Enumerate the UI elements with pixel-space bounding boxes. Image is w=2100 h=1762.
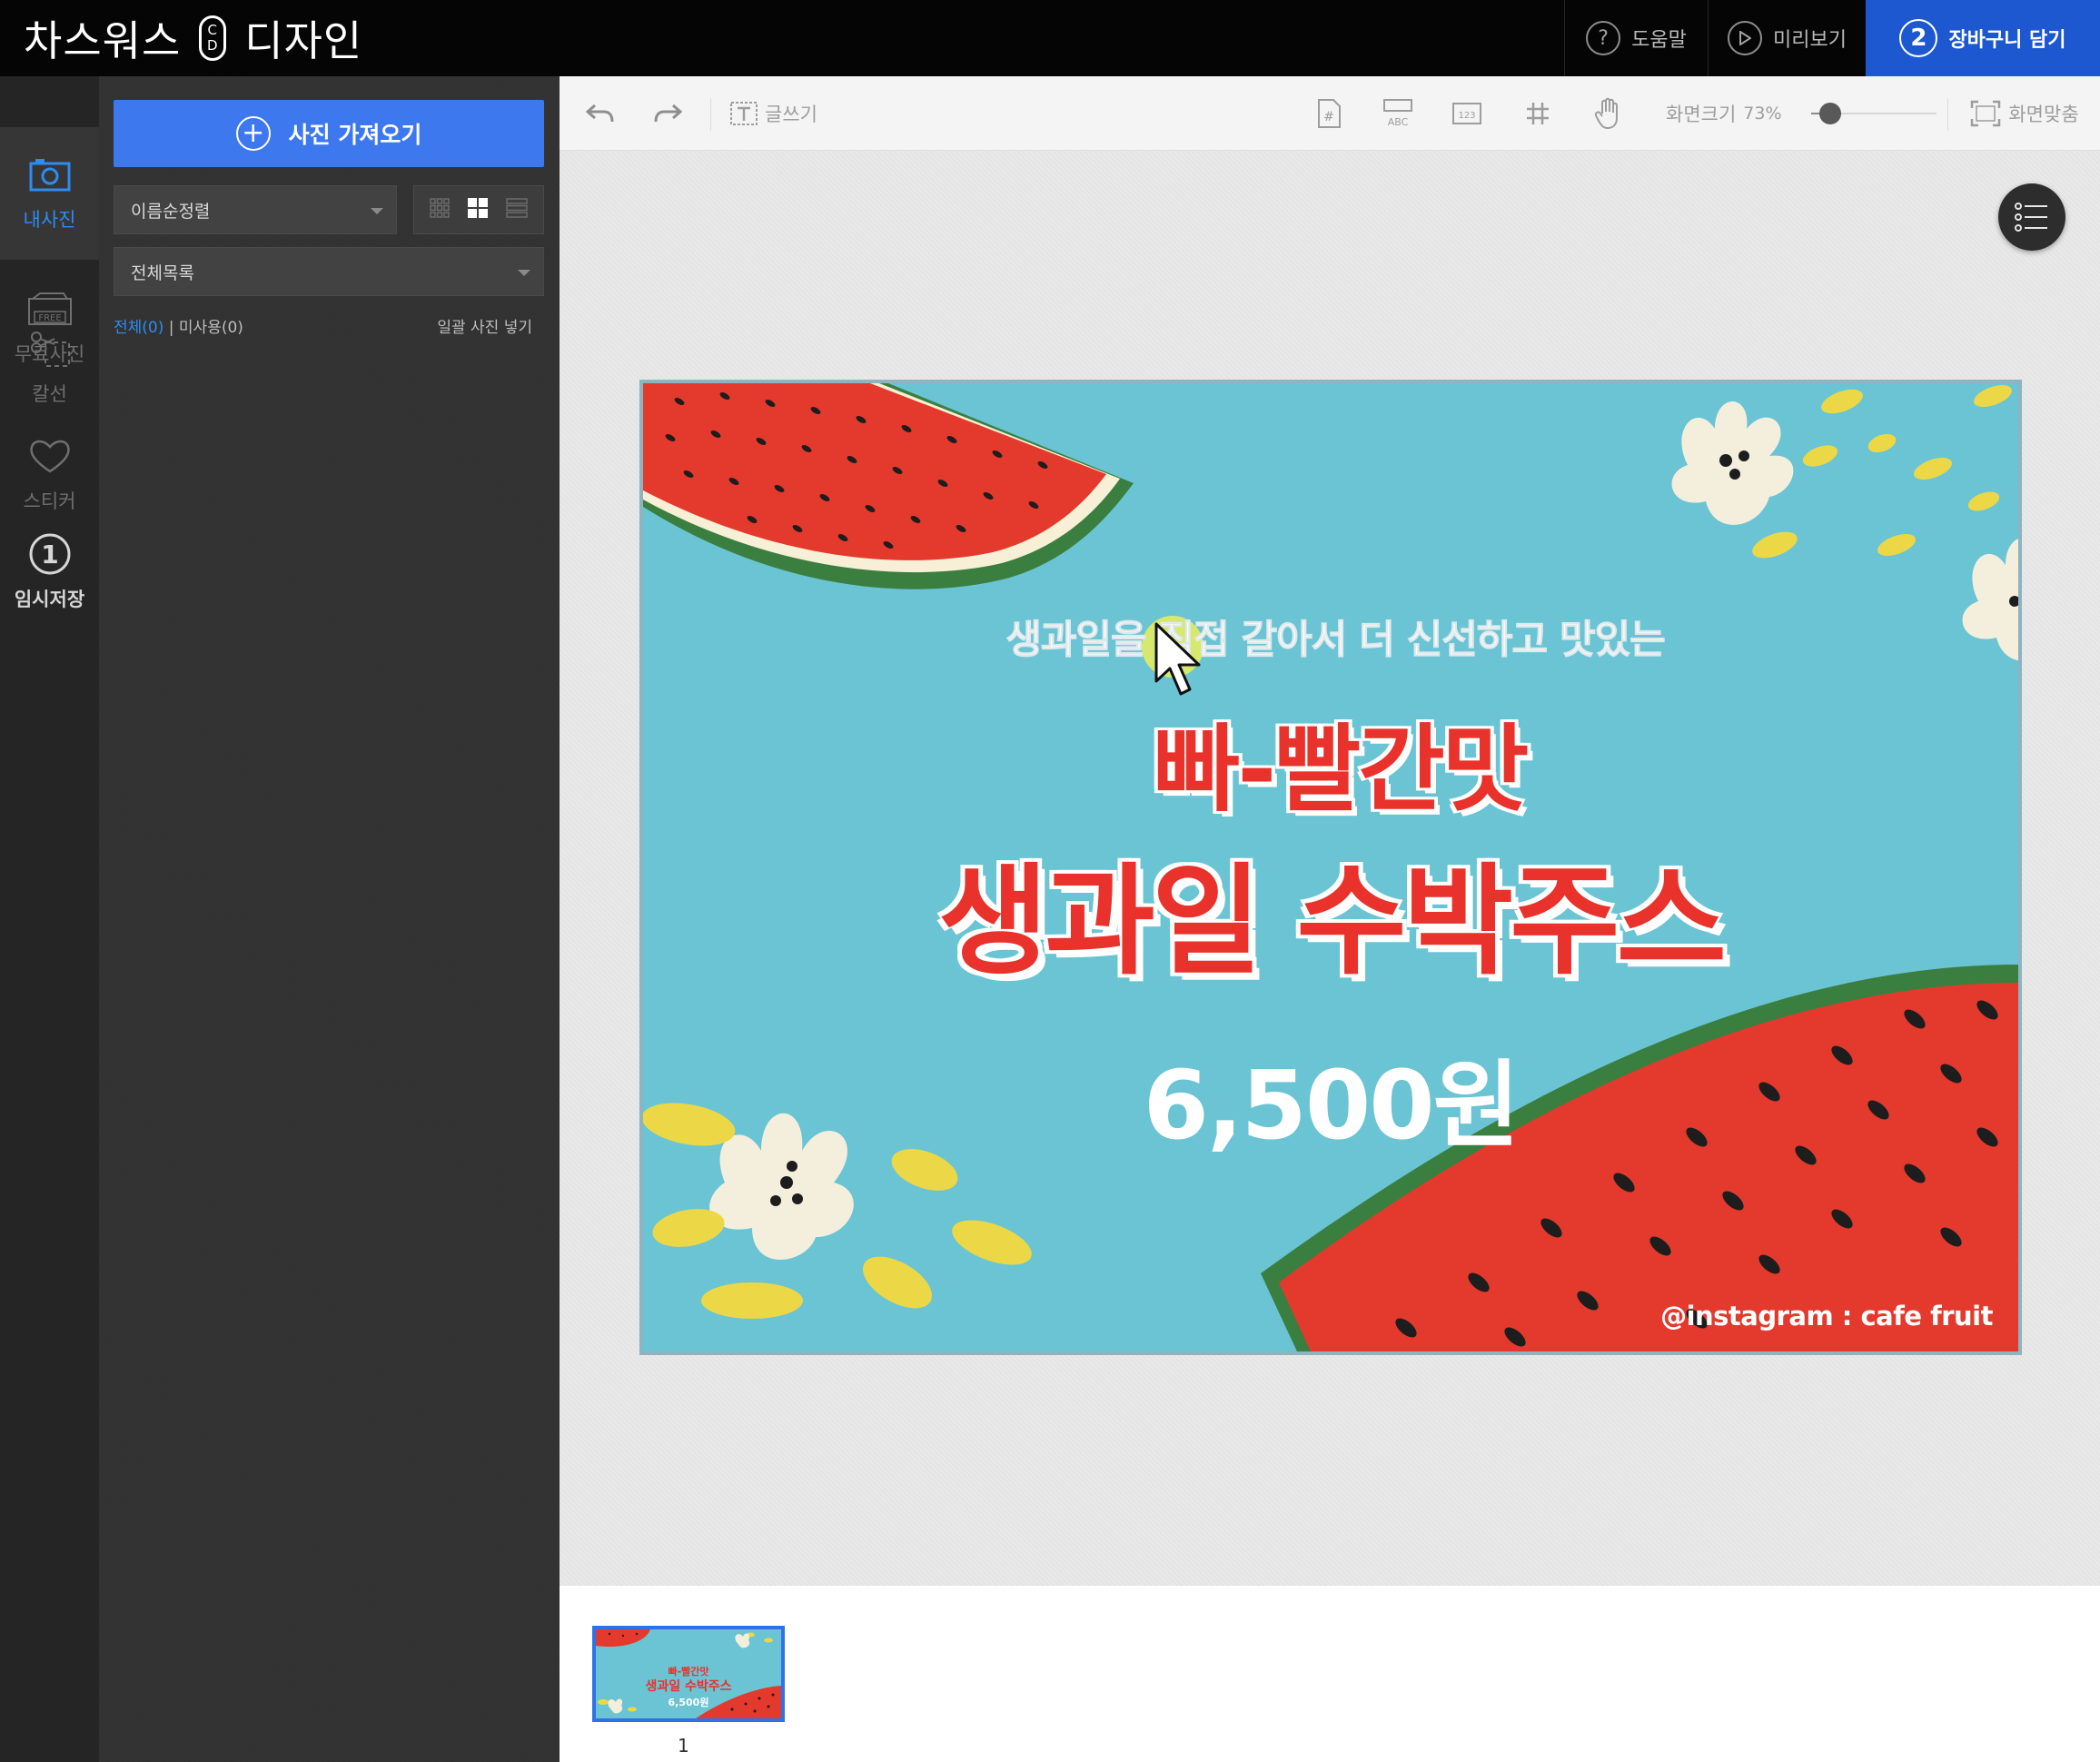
filter-unused[interactable]: 미사용(0): [179, 319, 243, 337]
zoom-value: 73%: [1743, 104, 1782, 124]
preview-label: 미리보기: [1773, 29, 1847, 52]
help-button[interactable]: ? 도움말: [1564, 0, 1708, 76]
nav-label: 스티커: [23, 490, 76, 512]
number-one-icon: 1: [23, 529, 77, 579]
logo-text-right: 디자인: [244, 16, 363, 65]
design-instagram[interactable]: @instagram : cafe fruit: [1660, 1301, 1993, 1331]
nav-label: 칼선: [32, 383, 67, 405]
sort-select[interactable]: 이름순정렬: [114, 185, 397, 234]
toolbar-divider: [1947, 98, 1948, 131]
chevron-down-icon: [371, 208, 383, 214]
nav-item-temp-save[interactable]: 1 임시저장: [0, 529, 99, 612]
page-number: 1: [678, 1735, 689, 1757]
heart-icon: [23, 431, 77, 481]
svg-text:#: #: [1323, 110, 1334, 124]
top-bar: 차스워스 C D 디자인 ? 도움말 미리보기 2 장바구니 담기: [0, 0, 2100, 76]
number-box-button[interactable]: 123: [1444, 76, 1490, 151]
design-page[interactable]: 생과일을 직접 갈아서 더 신선하고 맛있는 빠-빨간맛 생과일 수박주스 6,…: [639, 380, 2022, 1355]
design-title-line2[interactable]: 생과일 수박주스: [643, 825, 2018, 998]
thumbnail-price: 6,500원: [668, 1697, 709, 1708]
grid-icon: [1527, 103, 1549, 124]
nav-label: 임시저장: [14, 589, 85, 610]
123-icon: 123: [1452, 103, 1481, 124]
photo-count-filter: 전체(0) | 미사용(0): [114, 319, 243, 337]
undo-button[interactable]: [578, 76, 623, 151]
undo-icon: [586, 104, 614, 123]
scissors-icon: [23, 323, 77, 374]
plus-icon: +: [235, 116, 271, 151]
zoom-label: 화면크기 73%: [1666, 104, 1782, 125]
text-box-button[interactable]: ABC: [1375, 76, 1421, 151]
mouse-cursor-icon: [1154, 622, 1201, 696]
step-two-icon: 2: [1899, 19, 1938, 57]
zoom-slider-handle[interactable]: [1818, 103, 1841, 124]
play-icon: [1728, 21, 1763, 55]
app-logo[interactable]: 차스워스 C D 디자인: [24, 9, 362, 67]
zoom-slider[interactable]: [1811, 103, 1937, 124]
fit-screen-icon: [1971, 100, 2001, 127]
fit-screen-button[interactable]: 화면맞춤: [1956, 76, 2093, 151]
left-nav: 내사진 FREE 무료사진 칼선 스티커 1 임시저장: [0, 76, 99, 1762]
logo-mark: C D: [199, 15, 227, 61]
chevron-down-icon: [518, 270, 530, 276]
text-icon: [730, 102, 758, 125]
preview-button[interactable]: 미리보기: [1708, 0, 1866, 76]
nav-item-sticker[interactable]: 스티커: [0, 431, 99, 514]
layer-list-button[interactable]: [1998, 183, 2065, 251]
page-strip: 빠-빨간맛 생과일 수박주스 6,500원 1: [560, 1586, 2100, 1762]
nav-item-cut-line[interactable]: 칼선: [0, 323, 99, 407]
svg-text:123: 123: [1458, 111, 1475, 121]
add-to-cart-button[interactable]: 2 장바구니 담기: [1866, 0, 2100, 76]
abc-icon: ABC: [1383, 99, 1412, 128]
design-price[interactable]: 6,500원: [643, 1028, 2018, 1165]
import-label: 사진 가져오기: [288, 122, 422, 148]
page-number-button[interactable]: #: [1306, 76, 1352, 151]
page-number-icon: #: [1318, 99, 1341, 128]
toolbar-divider: [710, 98, 711, 131]
redo-icon: [654, 104, 682, 123]
pan-button[interactable]: [1586, 76, 1631, 151]
page-thumbnail[interactable]: 빠-빨간맛 생과일 수박주스 6,500원: [592, 1626, 785, 1722]
thumbnail-title2: 생과일 수박주스: [645, 1679, 732, 1694]
svg-text:1: 1: [41, 539, 58, 569]
redo-button[interactable]: [645, 76, 690, 151]
design-subtitle[interactable]: 생과일을 직접 갈아서 더 신선하고 맛있는: [643, 609, 2018, 665]
small-grid-icon[interactable]: [430, 198, 451, 222]
import-photo-button[interactable]: + 사진 가져오기: [114, 100, 544, 167]
write-text-button[interactable]: 글쓰기: [723, 76, 823, 151]
bulk-insert-button[interactable]: 일괄 사진 넣기: [437, 314, 532, 337]
help-icon: ?: [1586, 21, 1621, 55]
editor-toolbar: 글쓰기 # ABC 123 화면크기 73% 화면맞춤: [560, 76, 2100, 151]
list-view-icon[interactable]: [505, 198, 528, 222]
cart-label: 장바구니 담기: [1948, 29, 2066, 52]
filter-all[interactable]: 전체(0): [114, 319, 163, 337]
logo-text-left: 차스워스: [24, 16, 182, 65]
photo-panel: + 사진 가져오기 이름순정렬 전체목록 전체(0) | 미사용(0) 일괄 사…: [99, 76, 560, 1762]
camera-icon: [23, 149, 77, 200]
svg-text:FREE: FREE: [38, 313, 61, 323]
svg-text:ABC: ABC: [1388, 116, 1409, 128]
design-canvas[interactable]: 생과일을 직접 갈아서 더 신선하고 맛있는 빠-빨간맛 생과일 수박주스 6,…: [560, 151, 2100, 1586]
large-grid-icon[interactable]: [467, 197, 489, 223]
help-label: 도움말: [1631, 29, 1687, 52]
list-icon: [2015, 203, 2047, 232]
grid-button[interactable]: [1515, 76, 1560, 151]
album-list-select[interactable]: 전체목록: [114, 247, 544, 296]
hand-icon: [1594, 97, 1618, 130]
nav-label: 내사진: [23, 209, 76, 231]
view-mode-toggle: [413, 185, 544, 234]
design-title-line1[interactable]: 빠-빨간맛: [643, 692, 2018, 829]
